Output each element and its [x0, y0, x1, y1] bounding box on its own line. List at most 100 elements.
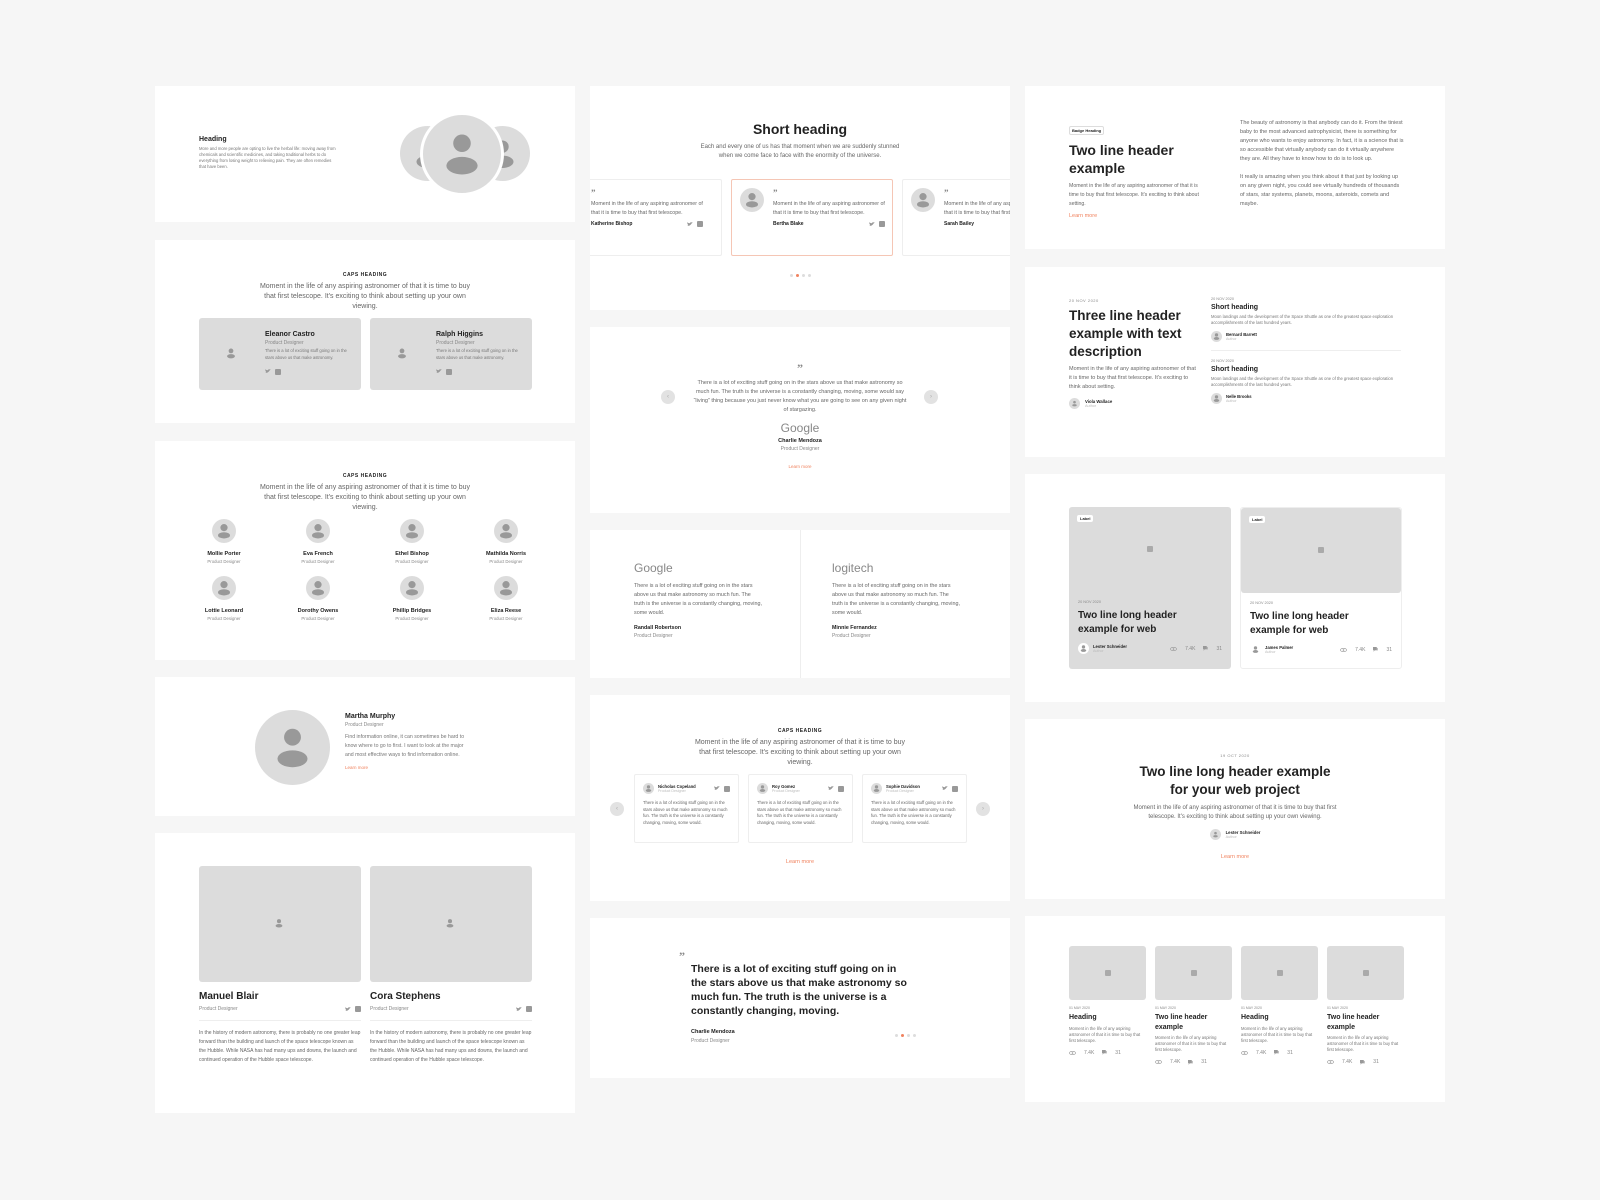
next-arrow-button[interactable]: ›: [976, 802, 990, 816]
twitter-icon[interactable]: [687, 221, 693, 227]
member-name: Eliza Reese: [490, 608, 522, 614]
person-card[interactable]: Eleanor Castro Product Designer There is…: [199, 318, 361, 390]
author-role: Author: [1265, 650, 1276, 654]
prev-arrow-button[interactable]: ‹: [661, 390, 675, 404]
team-member[interactable]: Lottie Leonard Product Designer: [177, 576, 271, 621]
profile-text: Find information online, it can sometime…: [345, 734, 465, 758]
author-avatar: [1078, 643, 1089, 654]
post-card[interactable]: Label 20 NOV 2020 Two line long header e…: [1240, 507, 1402, 669]
pagination-dot[interactable]: [789, 274, 793, 277]
label-badge: Label: [1077, 515, 1094, 522]
comment-count: 31: [1373, 1059, 1379, 1065]
author-avatar: [643, 783, 654, 794]
testimonial-text: There is a lot of exciting stuff going o…: [832, 583, 960, 616]
twitter-icon[interactable]: [436, 369, 442, 374]
team-member[interactable]: Phillip Bridges Product Designer: [365, 576, 459, 621]
twitter-icon[interactable]: [942, 786, 948, 791]
testimonial-card[interactable]: ” Moment in the life of any aspiring ast…: [590, 179, 722, 256]
prev-arrow-button[interactable]: ‹: [610, 802, 624, 816]
next-arrow-button[interactable]: ›: [924, 390, 938, 404]
image-icon: [1276, 970, 1283, 976]
learn-more-link[interactable]: Learn more: [590, 859, 1010, 865]
testimonial-card[interactable]: Nicholas Copeland Product Designer There …: [634, 774, 739, 843]
person-icon: [446, 919, 454, 928]
author-role: Product Designer: [832, 633, 871, 639]
facebook-icon[interactable]: [838, 785, 844, 792]
pagination-dot[interactable]: [901, 1034, 904, 1037]
learn-more-link[interactable]: Learn more: [590, 464, 1010, 469]
post-title[interactable]: Three line header example with text desc…: [1069, 307, 1199, 361]
carousel-pagination[interactable]: [590, 274, 1010, 277]
pagination-dot[interactable]: [807, 274, 811, 277]
team-member[interactable]: Eva French Product Designer: [271, 519, 365, 564]
person-icon: [406, 581, 418, 596]
member-avatar: [306, 519, 330, 543]
member-name: Phillip Bridges: [392, 608, 432, 614]
author-role: Product Designer: [886, 789, 914, 793]
eye-icon: [1340, 647, 1347, 652]
twitter-icon[interactable]: [516, 1006, 522, 1012]
twitter-icon[interactable]: [869, 221, 875, 227]
pagination-dot[interactable]: [801, 274, 805, 277]
facebook-icon[interactable]: [724, 785, 730, 792]
post-card[interactable]: Label 20 NOV 2020 Two line long header e…: [1069, 507, 1231, 669]
person-icon: [312, 524, 324, 539]
blog-side-item[interactable]: 20 NOV 2020 Short heading Moon landings …: [1211, 297, 1401, 351]
quote-icon: ”: [944, 188, 949, 198]
post-text: Moment in the life of any aspiring astro…: [1241, 1025, 1313, 1043]
twitter-icon[interactable]: [265, 369, 271, 374]
person-card[interactable]: Ralph Higgins Product Designer There is …: [370, 318, 532, 390]
post-date: 20 NOV 2020: [1211, 297, 1235, 301]
pagination-dot[interactable]: [913, 1034, 916, 1037]
post-title[interactable]: Two line long header example for your we…: [1130, 763, 1340, 799]
twitter-icon[interactable]: [345, 1006, 351, 1012]
facebook-icon[interactable]: [526, 1006, 532, 1012]
pagination-dot[interactable]: [895, 1034, 898, 1037]
team-member[interactable]: Dorothy Owens Product Designer: [271, 576, 365, 621]
author-avatar: [871, 783, 882, 794]
pagination-dot[interactable]: [907, 1034, 910, 1037]
testimonial-card[interactable]: ” Moment in the life of any aspiring ast…: [731, 179, 893, 256]
learn-more-link[interactable]: Learn more: [1025, 854, 1445, 860]
twitter-icon[interactable]: [828, 786, 834, 791]
small-post[interactable]: 01 MAY 2020 Heading Moment in the life o…: [1241, 946, 1318, 1065]
twitter-icon[interactable]: [714, 786, 720, 791]
member-avatar: [494, 519, 518, 543]
author-avatar: [740, 188, 764, 212]
team-member[interactable]: Ethel Bishop Product Designer: [365, 519, 459, 564]
team-member[interactable]: Mathilda Norris Product Designer: [459, 519, 553, 564]
facebook-icon[interactable]: [952, 785, 958, 792]
author-name: Charlie Mendoza: [778, 438, 822, 444]
team-member[interactable]: Eliza Reese Product Designer: [459, 576, 553, 621]
testimonial-card[interactable]: ” Moment in the life of any aspiring ast…: [902, 179, 1010, 256]
learn-more-link[interactable]: Learn more: [345, 765, 473, 770]
person-icon: [746, 193, 758, 208]
facebook-icon[interactable]: [697, 221, 703, 227]
member-role: Product Designer: [489, 559, 523, 564]
view-count: 7.4K: [1342, 1059, 1353, 1065]
small-post[interactable]: 01 MAY 2020 Heading Moment in the life o…: [1069, 946, 1146, 1065]
facebook-icon[interactable]: [446, 368, 452, 375]
post-cards: Label 20 NOV 2020 Two line long header e…: [1025, 474, 1445, 702]
learn-more-link[interactable]: Learn more: [1069, 213, 1204, 219]
pagination-dot[interactable]: [795, 274, 799, 277]
carousel-pagination[interactable]: [895, 1034, 916, 1037]
facebook-icon[interactable]: [275, 368, 281, 375]
facebook-icon[interactable]: [355, 1006, 361, 1012]
team-grid: CAPS HEADING Moment in the life of any a…: [155, 441, 575, 660]
person-icon: [218, 581, 230, 596]
team-member[interactable]: Mollie Porter Product Designer: [177, 519, 271, 564]
member-name: Eva French: [303, 551, 333, 557]
facebook-icon[interactable]: [879, 221, 885, 227]
post-title: Two line long header example for web: [1078, 610, 1177, 635]
post-text: Moment in the life of any aspiring astro…: [1327, 1035, 1399, 1052]
author-role: Product Designer: [772, 789, 800, 793]
testimonial-card[interactable]: Roy Gomez Product Designer There is a lot…: [748, 774, 853, 843]
small-post[interactable]: 01 MAY 2020 Two line header example Mome…: [1155, 946, 1232, 1065]
testimonial-card[interactable]: Sophie Davidson Product Designer There is…: [862, 774, 967, 843]
intro-text: Moment in the life of any aspiring astro…: [1069, 183, 1199, 207]
small-post[interactable]: 01 MAY 2020 Two line header example Mome…: [1327, 946, 1404, 1065]
quote-icon: ”: [679, 949, 685, 963]
blog-side-item[interactable]: 20 NOV 2020 Short heading Moon landings …: [1211, 359, 1401, 404]
author-avatar: [1211, 331, 1222, 342]
